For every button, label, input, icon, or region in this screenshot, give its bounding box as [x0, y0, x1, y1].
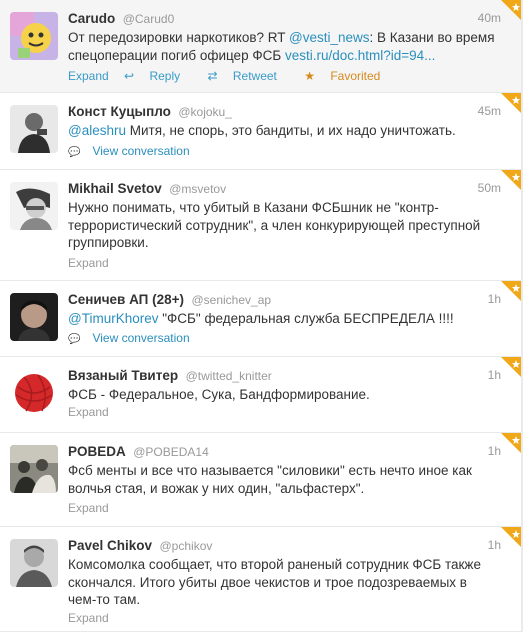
conversation-icon: 💬: [68, 334, 81, 345]
tweet-actions: Expand: [68, 611, 121, 625]
author-handle[interactable]: @pchikov: [160, 539, 213, 553]
tweet-item[interactable]: Сеничев АП (28+) @senichev_ap 1h @TimurK…: [0, 281, 523, 357]
author-name[interactable]: POBEDA: [68, 444, 126, 459]
tweet-text-part: Митя, не спорь, это бандиты, и их надо у…: [125, 123, 456, 138]
expand-link[interactable]: Expand: [68, 405, 109, 419]
tweet-text-part: От передозировки наркотиков? RT: [68, 30, 290, 45]
tweet-actions: Expand ↩ Reply ⇄ Retweet ★ Favorited: [68, 69, 404, 83]
timestamp[interactable]: 50m: [478, 181, 501, 195]
reply-icon: ↩: [124, 69, 138, 83]
author-handle[interactable]: @kojoku_: [178, 105, 232, 119]
timestamp[interactable]: 1h: [488, 368, 501, 382]
tweet-text: Фсб менты и все что называется "силовики…: [68, 462, 495, 497]
tweet-actions: Expand: [68, 256, 121, 270]
avatar[interactable]: [10, 105, 58, 153]
tweet-text: Комсомолка сообщает, что второй раненый …: [68, 556, 495, 609]
favorite-corner-icon: [501, 0, 523, 22]
author-name[interactable]: Pavel Chikov: [68, 538, 152, 553]
cartoon-avatar-icon: [10, 12, 58, 60]
tweet-item[interactable]: Mikhail Svetov @msvetov 50m Нужно понима…: [0, 170, 523, 281]
retweet-button[interactable]: ⇄ Retweet: [207, 69, 288, 83]
avatar[interactable]: [10, 539, 58, 587]
tweet-item[interactable]: POBEDA @POBEDA14 1h Фсб менты и все что …: [0, 433, 523, 527]
tweet-actions: Expand: [68, 405, 121, 419]
tweet-text-part: Фсб менты и все что называется "силовики…: [68, 463, 472, 496]
avatar[interactable]: [10, 445, 58, 493]
view-conversation-label: View conversation: [92, 331, 190, 345]
author-name[interactable]: Конст Куцыпло: [68, 104, 171, 119]
person-avatar-icon: [10, 105, 58, 153]
view-conversation-link[interactable]: 💬 View conversation: [68, 331, 202, 345]
author-name[interactable]: Сеничев АП (28+): [68, 292, 184, 307]
tweet-actions: Expand: [68, 501, 121, 515]
tweet-text: ФСБ - Федеральное, Сука, Бандформировани…: [68, 386, 495, 404]
favorited-label: Favorited: [330, 69, 381, 83]
tweet-item[interactable]: Carudo @Carud0 40m От передозировки нарк…: [0, 0, 523, 93]
timestamp[interactable]: 1h: [488, 292, 501, 306]
retweet-label: Retweet: [232, 69, 277, 83]
conversation-icon: 💬: [68, 147, 81, 158]
expand-link[interactable]: Expand: [68, 69, 109, 83]
expand-link[interactable]: Expand: [68, 611, 109, 625]
mention-link[interactable]: @aleshru: [68, 123, 126, 138]
favorite-button[interactable]: ★ Favorited: [304, 69, 392, 83]
author-name[interactable]: Вязаный Твитер: [68, 368, 178, 383]
person-avatar-icon: [10, 539, 58, 587]
avatar[interactable]: [10, 293, 58, 341]
retweet-icon: ⇄: [207, 69, 221, 83]
author-name[interactable]: Carudo: [68, 11, 115, 26]
favorite-corner-icon: [501, 433, 523, 455]
tweet-text-part: Комсомолка сообщает, что второй раненый …: [68, 557, 481, 607]
expand-link[interactable]: Expand: [68, 501, 109, 515]
author-handle[interactable]: @msvetov: [169, 182, 226, 196]
avatar[interactable]: [10, 369, 58, 417]
yarn-ball-avatar-icon: [10, 369, 58, 417]
reply-label: Reply: [149, 69, 181, 83]
person-avatar-icon: [10, 293, 58, 341]
tweet-text-part: ФСБ - Федеральное, Сука, Бандформировани…: [68, 387, 370, 402]
favorite-corner-icon: [501, 93, 523, 115]
view-conversation-label: View conversation: [92, 144, 190, 158]
mention-link[interactable]: @TimurKhorev: [68, 311, 158, 326]
favorite-corner-icon: [501, 357, 523, 379]
mention-link[interactable]: @vesti_news: [289, 30, 370, 45]
tweet-text: Нужно понимать, что убитый в Казани ФСБш…: [68, 199, 495, 252]
author-name[interactable]: Mikhail Svetov: [68, 181, 162, 196]
timestamp[interactable]: 40m: [478, 11, 501, 25]
tweet-text: @TimurKhorev "ФСБ" федеральная служба БЕ…: [68, 310, 495, 328]
reply-button[interactable]: ↩ Reply: [124, 69, 192, 83]
favorite-corner-icon: [501, 170, 523, 192]
tweet-item[interactable]: Конст Куцыпло @kojoku_ 45m @aleshru Митя…: [0, 93, 523, 170]
star-icon: ★: [304, 69, 319, 83]
view-conversation-link[interactable]: 💬 View conversation: [68, 144, 202, 158]
tweet-text-part: "ФСБ" федеральная служба БЕСПРЕДЕЛА !!!!: [158, 311, 454, 326]
tweet-text-part: Нужно понимать, что убитый в Казани ФСБш…: [68, 200, 481, 250]
expand-link[interactable]: Expand: [68, 256, 109, 270]
tweet-item[interactable]: Вязаный Твитер @twitted_knitter 1h ФСБ -…: [0, 357, 523, 433]
author-handle[interactable]: @twitted_knitter: [186, 369, 272, 383]
timestamp[interactable]: 1h: [488, 444, 501, 458]
timestamp[interactable]: 1h: [488, 538, 501, 552]
photo-avatar-icon: [10, 445, 58, 493]
timestamp[interactable]: 45m: [478, 104, 501, 118]
author-handle[interactable]: @Carud0: [123, 12, 175, 26]
tweet-timeline: Carudo @Carud0 40m От передозировки нарк…: [0, 0, 523, 632]
person-avatar-icon: [10, 182, 58, 230]
avatar[interactable]: [10, 182, 58, 230]
favorite-corner-icon: [501, 527, 523, 549]
tweet-text: От передозировки наркотиков? RT @vesti_n…: [68, 29, 495, 64]
author-handle[interactable]: @POBEDA14: [133, 445, 209, 459]
avatar[interactable]: [10, 12, 58, 60]
favorite-corner-icon: [501, 281, 523, 303]
url-link[interactable]: vesti.ru/doc.html?id=94...: [285, 48, 435, 63]
tweet-text: @aleshru Митя, не спорь, это бандиты, и …: [68, 122, 495, 140]
tweet-item[interactable]: Pavel Chikov @pchikov 1h Комсомолка сооб…: [0, 527, 523, 632]
author-handle[interactable]: @senichev_ap: [191, 293, 271, 307]
